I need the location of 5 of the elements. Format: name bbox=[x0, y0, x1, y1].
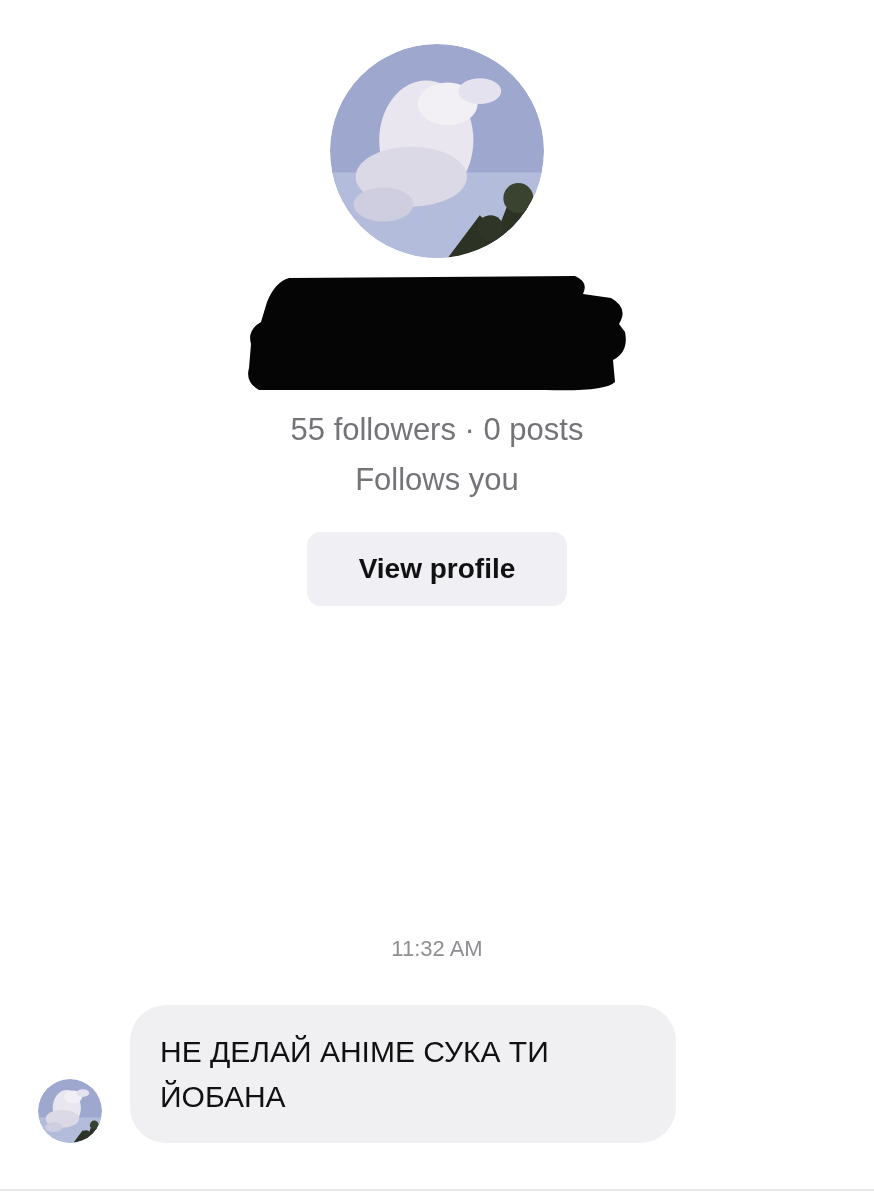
follows-you-label: Follows you bbox=[355, 461, 519, 499]
message-timestamp: 11:32 AM bbox=[391, 935, 483, 963]
follower-stats: 55 followers · 0 posts bbox=[290, 411, 584, 449]
message-bubble: НЕ ДЕЛАЙ АНІМЕ СУКА ТИ ЙОБАНА bbox=[130, 1005, 676, 1143]
view-profile-button[interactable]: View profile bbox=[307, 532, 567, 606]
